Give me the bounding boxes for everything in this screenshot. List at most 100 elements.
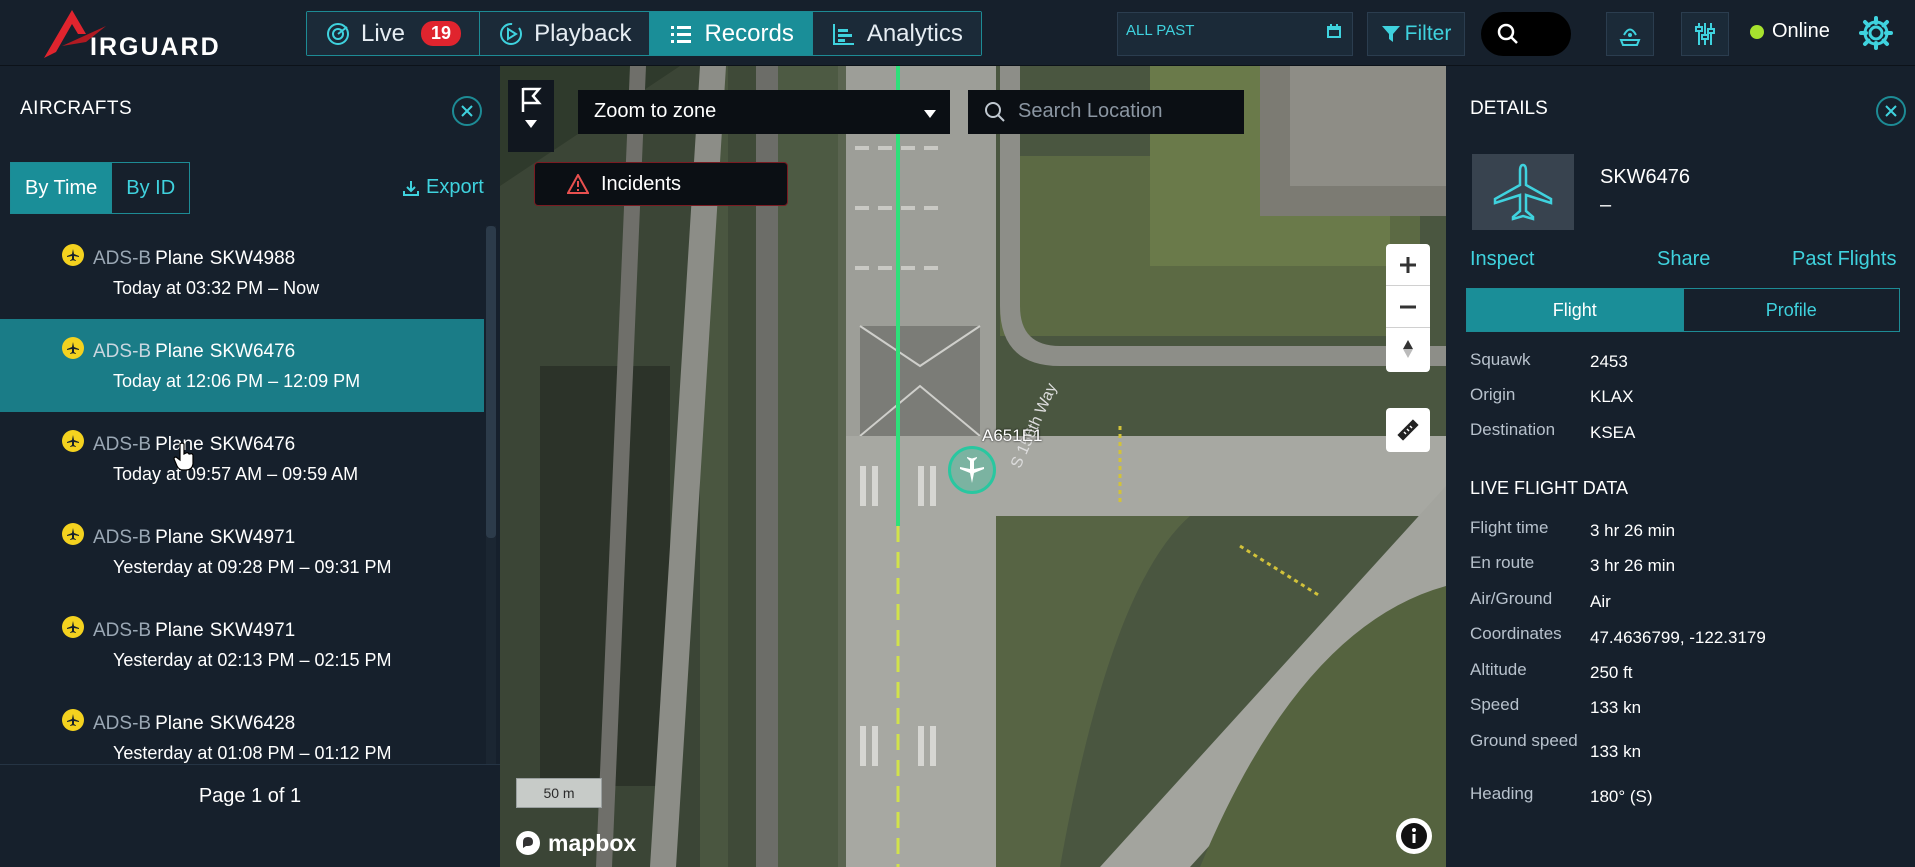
list-item[interactable]: ADS-B Plane SKW4988 Today at 03:32 PM – No… — [0, 226, 484, 319]
source-label: ADS-B — [93, 713, 152, 734]
map-info-button[interactable] — [1396, 818, 1432, 854]
zoom-in-button[interactable] — [1386, 244, 1430, 286]
playback-icon — [500, 22, 523, 45]
measure-distance-button[interactable] — [1386, 408, 1430, 452]
close-icon — [1885, 105, 1897, 117]
warning-triangle-icon — [567, 174, 589, 194]
share-link[interactable]: Share — [1657, 248, 1710, 271]
tab-records-label: Records — [704, 19, 794, 47]
bar-chart-icon — [832, 23, 854, 45]
app-root: IRGUARD Live 19 Playback Records Analyti… — [0, 0, 1915, 867]
time-range-label: Yesterday at 01:08 PM – 01:12 PM — [113, 743, 392, 763]
ruler-icon — [1397, 419, 1419, 441]
global-search-button[interactable] — [1481, 12, 1571, 56]
details-panel: DETAILS SKW6476 – Inspect Share Past Fli… — [1446, 66, 1915, 867]
map-scale-bar: 50 m — [516, 778, 602, 808]
list-item[interactable]: ADS-B Plane SKW4971 Yesterday at 02:13 PM … — [0, 598, 484, 691]
kind-label: Plane — [155, 341, 204, 362]
tab-live[interactable]: Live 19 — [307, 12, 481, 55]
source-label: ADS-B — [93, 620, 152, 641]
aircraft-list: ADS-B Plane SKW4988 Today at 03:32 PM – No… — [0, 226, 484, 764]
altitude-key: Altitude — [1470, 660, 1527, 679]
date-range-select[interactable]: ALL PAST — [1117, 12, 1353, 56]
hand-cursor-icon — [173, 442, 194, 471]
time-range-label: Yesterday at 09:28 PM – 09:31 PM — [113, 557, 392, 577]
source-label: ADS-B — [93, 527, 152, 548]
callsign-label: SKW6476 — [209, 434, 296, 455]
close-aircrafts-panel-button[interactable] — [452, 96, 482, 126]
time-range-label: Today at 03:32 PM – Now — [113, 278, 320, 298]
aircraft-track-label: A651E1 — [982, 426, 1043, 445]
pagination: Page 1 of 1 — [0, 764, 500, 867]
main-nav-tabs: Live 19 Playback Records Analytics — [306, 11, 982, 56]
source-label: ADS-B — [93, 341, 152, 362]
sort-by-id-button[interactable]: By ID — [111, 163, 190, 213]
altitude-value: 250 ft — [1590, 663, 1633, 682]
incidents-button[interactable]: Incidents — [534, 162, 788, 206]
zoom-to-zone-select[interactable]: Zoom to zone — [578, 90, 950, 134]
date-range-value: ALL PAST — [1126, 22, 1195, 39]
tab-records[interactable]: Records — [650, 12, 813, 55]
mapbox-attribution[interactable]: mapbox — [514, 828, 636, 858]
destination-value: KSEA — [1590, 423, 1636, 442]
coordinates-value: 47.4636799, -122.3179 — [1590, 628, 1766, 647]
sort-by-time-button[interactable]: By Time — [11, 163, 112, 213]
plane-type-icon — [62, 430, 84, 452]
past-flights-link[interactable]: Past Flights — [1792, 248, 1896, 271]
tab-profile[interactable]: Profile — [1682, 289, 1899, 331]
source-label: ADS-B — [93, 434, 152, 455]
sort-toggle: By Time By ID — [10, 162, 191, 214]
airguard-logo[interactable]: IRGUARD — [42, 8, 262, 61]
filter-label: Filter — [1404, 22, 1452, 45]
location-search-placeholder: Search Location — [1018, 100, 1163, 122]
air-ground-value: Air — [1590, 592, 1611, 611]
tab-analytics[interactable]: Analytics — [812, 12, 981, 55]
aircraft-callsign: SKW6476 — [1600, 166, 1691, 188]
ground-speed-value: 133 kn — [1590, 742, 1642, 761]
export-label: Export — [426, 176, 484, 198]
map-view[interactable]: S 156th Way Zoom to zone Search Location… — [500, 66, 1446, 867]
live-count-badge: 19 — [421, 21, 462, 46]
list-item-selected[interactable]: ADS-B Plane SKW6476 Today at 12:06 PM – 12… — [0, 319, 484, 412]
zone-flag-button[interactable] — [508, 80, 554, 152]
zoom-out-button[interactable] — [1386, 286, 1430, 328]
location-search-input[interactable]: Search Location — [968, 90, 1244, 134]
origin-key: Origin — [1470, 385, 1516, 404]
callsign-label: SKW4971 — [209, 620, 296, 641]
export-button[interactable]: Export — [402, 176, 484, 199]
list-item[interactable]: ADS-B Plane SKW6428 Yesterday at 01:08 PM … — [0, 691, 484, 764]
tab-playback[interactable]: Playback — [480, 12, 651, 55]
details-panel-title: DETAILS — [1470, 98, 1548, 119]
details-tabs: Flight Profile — [1466, 288, 1900, 332]
destination-key: Destination — [1470, 420, 1556, 439]
aircrafts-panel: AIRCRAFTS By Time By ID Export ADS-B Plan… — [0, 66, 500, 867]
plane-type-icon — [62, 337, 84, 359]
kind-label: Plane — [155, 620, 204, 641]
aircraft-list-scrollbar[interactable] — [486, 226, 496, 764]
gear-icon[interactable] — [1858, 15, 1894, 51]
layers-settings-button[interactable] — [1681, 12, 1729, 56]
inspect-link[interactable]: Inspect — [1470, 248, 1534, 271]
time-range-label: Today at 12:06 PM – 12:09 PM — [113, 371, 361, 391]
list-item[interactable]: ADS-B Plane SKW4971 Yesterday at 09:28 PM … — [0, 505, 484, 598]
list-item[interactable]: ADS-B Plane SKW6476 Today at 09:57 AM – 09… — [0, 412, 484, 505]
airplane-icon — [1493, 163, 1553, 221]
source-label: ADS-B — [93, 248, 152, 269]
filter-button[interactable]: Filter — [1367, 12, 1465, 56]
reset-north-button[interactable] — [1386, 328, 1430, 370]
tracking-view-button[interactable] — [1606, 12, 1654, 56]
search-icon — [985, 102, 1005, 122]
tab-flight[interactable]: Flight — [1467, 289, 1683, 331]
origin-value: KLAX — [1590, 387, 1634, 406]
ground-speed-key: Ground speed — [1470, 731, 1578, 750]
time-range-label: Yesterday at 02:13 PM – 02:15 PM — [113, 650, 392, 670]
plus-icon — [1400, 256, 1416, 273]
connection-status: Online — [1750, 20, 1830, 43]
scrollbar-thumb[interactable] — [486, 226, 496, 538]
close-details-panel-button[interactable] — [1876, 96, 1906, 126]
aircraft-marker[interactable] — [948, 446, 996, 494]
speed-key: Speed — [1470, 695, 1520, 714]
compass-icon — [1403, 340, 1413, 358]
list-icon — [671, 25, 692, 43]
flag-icon — [521, 87, 542, 112]
